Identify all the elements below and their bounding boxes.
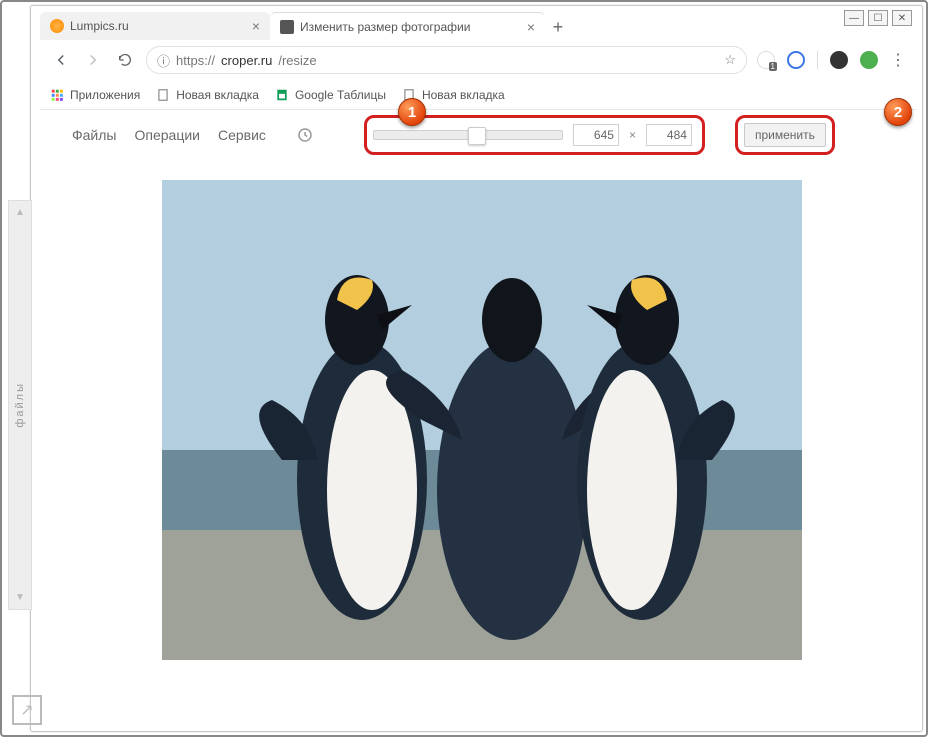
new-tab-button[interactable]: + [545,14,571,40]
url-path: /resize [278,53,316,68]
height-input[interactable] [646,124,692,146]
maximize-button[interactable]: ☐ [868,10,888,26]
annotation-marker-2: 2 [884,98,912,126]
back-button[interactable] [50,49,72,71]
menu-operations[interactable]: Операции [134,127,200,143]
chevron-down-icon[interactable]: ▼ [15,592,25,603]
tab-close-icon[interactable]: × [252,18,260,34]
annotation-marker-1: 1 [398,98,426,126]
avatar-icon[interactable] [830,51,848,69]
close-icon: ✕ [898,13,906,24]
bookmarks-bar: Приложения Новая вкладка Google Таблицы … [40,80,916,110]
apply-highlight: применить [735,115,835,155]
reload-button[interactable] [114,49,136,71]
sheets-icon [275,88,289,102]
penguin-photo [162,180,802,660]
tab-title: Lumpics.ru [70,19,129,33]
history-icon[interactable] [296,126,314,144]
bookmark-item[interactable]: Новая вкладка [156,88,259,102]
bookmark-label: Новая вкладка [422,88,505,102]
url-bar: ⓘ https:// croper.ru/resize ☆ 1 ⋮ [40,42,916,78]
globe-icon[interactable] [787,51,805,69]
tab-lumpics[interactable]: Lumpics.ru × [40,12,270,40]
address-field[interactable]: ⓘ https:// croper.ru/resize ☆ [146,46,747,74]
width-input[interactable] [573,124,619,146]
bookmark-label: Новая вкладка [176,88,259,102]
chevron-up-icon[interactable]: ▲ [15,207,25,218]
page-icon [156,88,170,102]
apps-grid-icon [50,88,64,102]
apply-button[interactable]: применить [744,123,826,147]
marker-number: 2 [894,104,902,121]
arrow-diagonal-icon: ↗ [20,700,33,720]
divider [817,51,818,69]
minimize-button[interactable]: — [844,10,864,26]
menu-service[interactable]: Сервис [218,127,266,143]
extension-icon[interactable] [860,51,878,69]
bookmark-star-icon[interactable]: ☆ [724,52,736,68]
side-panel-label: файлы [14,382,26,428]
bookmark-item[interactable]: Google Таблицы [275,88,386,102]
reload-icon [117,52,133,68]
tab-strip: Lumpics.ru × Изменить размер фотографии … [40,10,571,40]
url-host: croper.ru [221,53,272,68]
size-slider[interactable] [373,130,563,140]
menu-files[interactable]: Файлы [72,127,116,143]
apps-label: Приложения [70,88,140,102]
app-menu: Файлы Операции Сервис [72,127,266,143]
app-toolbar: Файлы Операции Сервис × применить [40,112,916,158]
extension-icons: 1 ⋮ [757,50,906,70]
slider-thumb[interactable] [468,127,486,145]
site-info-icon[interactable]: ⓘ [157,51,170,70]
tab-croper-resize[interactable]: Изменить размер фотографии × [270,12,545,40]
extension-icon[interactable]: 1 [757,51,775,69]
tab-close-icon[interactable]: × [527,19,535,35]
bookmark-label: Google Таблицы [295,88,386,102]
menu-dots-icon[interactable]: ⋮ [890,50,906,70]
image-preview [162,180,802,660]
maximize-icon: ☐ [874,13,883,24]
dimension-separator: × [629,128,636,142]
plus-icon: + [553,17,564,38]
expand-icon[interactable]: ↗ [12,695,42,725]
close-window-button[interactable]: ✕ [892,10,912,26]
arrow-left-icon [52,51,70,69]
tab-favicon-icon [50,19,64,33]
apps-button[interactable]: Приложения [50,88,140,102]
forward-button[interactable] [82,49,104,71]
window-controls: — ☐ ✕ [844,10,912,26]
minimize-icon: — [849,13,859,24]
files-side-panel[interactable]: ▲ файлы ▼ [8,200,32,610]
tab-favicon-icon [280,20,294,34]
tab-title: Изменить размер фотографии [300,20,470,34]
url-scheme: https:// [176,53,215,68]
marker-number: 1 [408,104,416,121]
arrow-right-icon [84,51,102,69]
